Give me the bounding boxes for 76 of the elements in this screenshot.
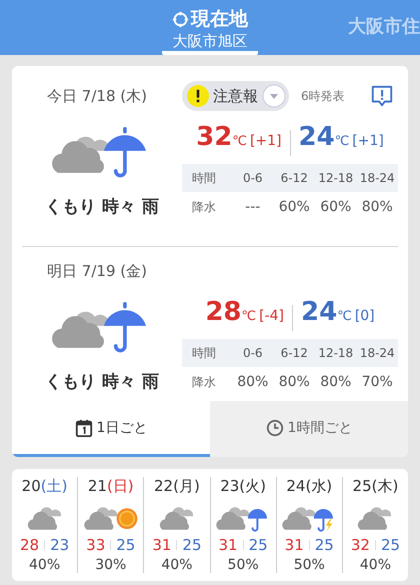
column-header: 0-6 [242,346,264,360]
location-tab[interactable]: 現在地 大阪市旭区 [162,0,258,55]
temperature-unit: ℃ [232,134,247,149]
temperature-unit: ℃ [337,309,352,324]
warning-icon [187,85,209,107]
day-number: 20 [22,477,41,495]
location-icon [172,10,189,28]
rain-chance: 40% [360,557,391,573]
low-temperature: 25 [182,536,202,554]
table-cell-text: 80% [360,199,394,215]
rain-chance: 50% [294,557,325,573]
table-cell-text: 60% [278,199,311,215]
column-header: 12-18 [317,346,354,360]
temperature-difference: [-4] [259,308,284,324]
row-label: 降水 [191,374,217,390]
dropdown-icon [262,84,286,108]
high-temperature: 33 [86,536,106,554]
rain-chance: 40% [29,557,60,573]
high-temperature: 28 [205,297,242,327]
alert-button[interactable]: 注意報 [182,81,289,111]
day-number: 24 [286,477,306,495]
temperature-difference: [0] [354,308,375,324]
low-temperature: 25 [116,536,136,554]
day-number: 23 [220,477,240,495]
low-temperature: 24 [298,122,335,152]
weekday-label: (水) [305,477,332,495]
column-header: 6-12 [280,171,309,185]
low-temperature: 24 [301,297,338,327]
date-label: 今日 7/18 (木) [46,86,148,106]
table-cell-text: 80% [278,374,311,390]
rain-chance: 50% [228,557,259,573]
column-header: 18-24 [358,346,396,360]
day-number: 25 [352,477,372,495]
high-temperature: 31 [152,536,172,554]
low-temperature: 25 [248,536,268,554]
rain-chance: 40% [161,557,192,573]
weekday-label: (土) [40,477,68,495]
column-header: 6-12 [280,346,309,360]
weather-condition: くもり 時々 雨 [45,196,159,218]
row-label: 降水 [191,198,217,216]
clock-icon [266,418,284,436]
row-label: 時間 [191,344,217,362]
weekday-label: (火) [239,477,266,495]
high-temperature: 31 [218,536,238,554]
column-header: 12-18 [317,171,354,185]
rain-chance: 30% [95,557,126,573]
date-label: 明日 7/19 (金) [46,262,148,280]
table-cell-text: 70% [360,374,394,390]
column-header: 0-6 [242,171,264,185]
weather-condition: くもり 時々 雨 [45,370,159,392]
high-temperature: 28 [20,536,40,554]
low-temperature: 23 [50,536,70,554]
temperature-unit: ℃ [334,134,350,149]
issued-time: 6時発表 [301,88,345,104]
weekday-label: (月) [173,477,200,495]
high-temperature: 31 [284,536,304,554]
calendar-icon [74,418,93,436]
temperature-difference: [+1] [352,133,384,149]
table-cell-text: 60% [319,199,352,215]
notice-bubble-icon[interactable] [370,84,394,108]
column-header: 18-24 [358,171,396,185]
high-temperature: 32 [196,122,232,152]
row-label: 時間 [191,170,217,186]
day-number: 21 [88,477,107,495]
low-temperature: 25 [380,536,400,554]
table-cell-text: 80% [236,374,270,390]
temperature-difference: [+1] [250,133,282,149]
low-temperature: 25 [314,536,334,554]
table-cell-text: 80% [319,374,352,390]
high-temperature: 32 [350,536,370,554]
view-tab[interactable]: 1時間ごと [210,401,408,457]
temperature-unit: ℃ [242,309,256,324]
weekday-label: (日) [106,477,134,495]
table-cell-text: --- [244,199,262,215]
day-number: 22 [154,477,174,495]
weekday-label: (木) [372,477,398,495]
